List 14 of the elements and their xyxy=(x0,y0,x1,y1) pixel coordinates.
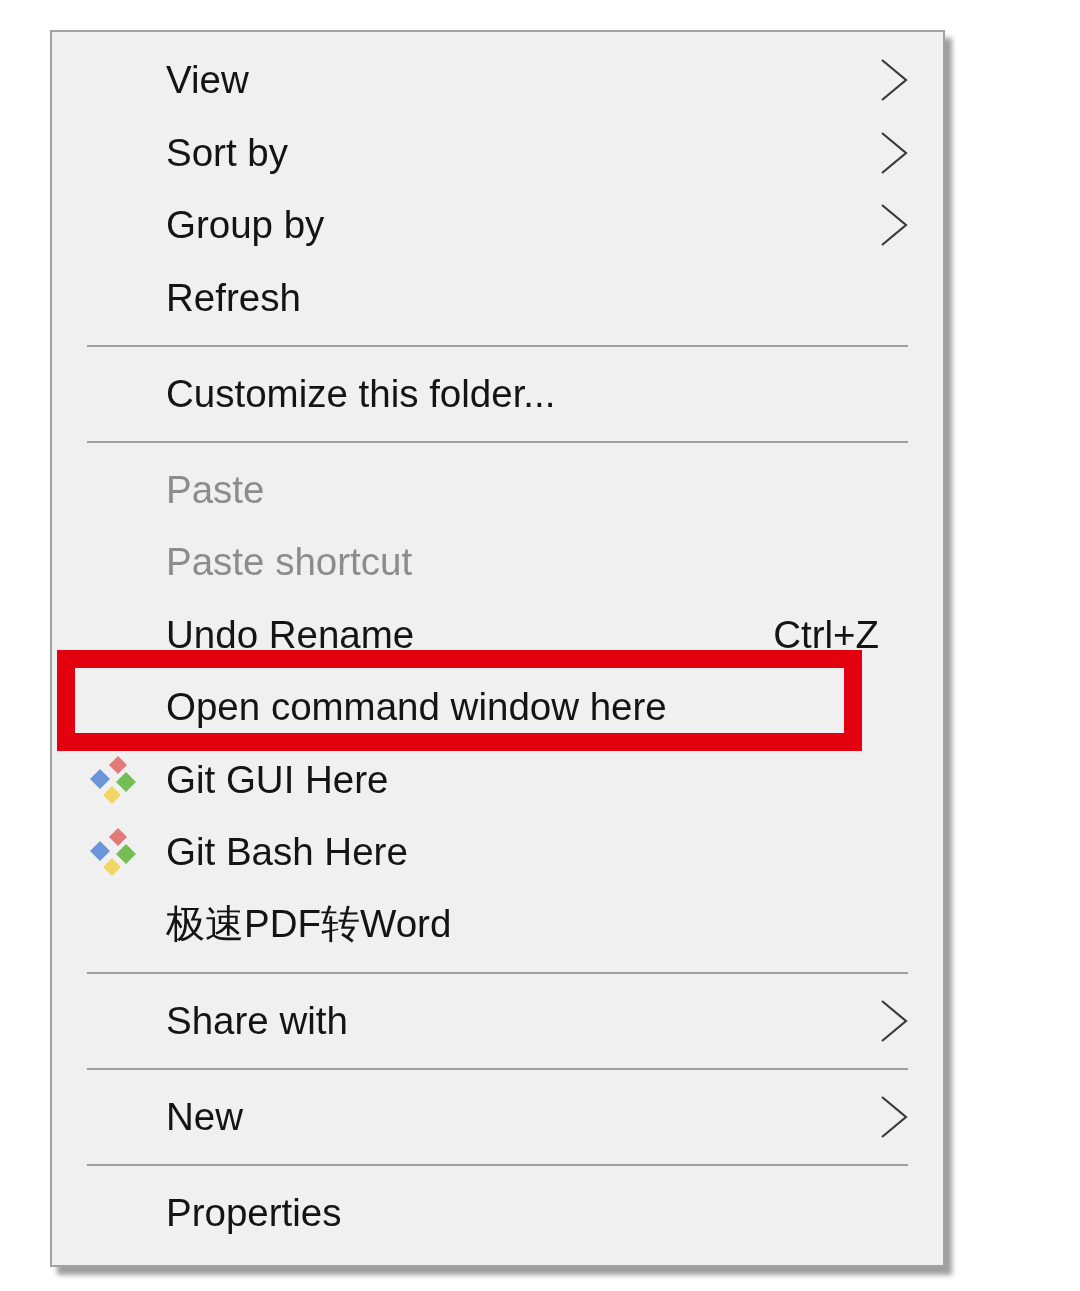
menu-item[interactable]: Customize this folder... xyxy=(52,357,943,430)
menu-item[interactable]: New xyxy=(52,1080,943,1153)
menu-item[interactable]: Refresh xyxy=(52,261,943,334)
menu-item[interactable]: 极速PDF转Word xyxy=(52,888,943,961)
menu-item[interactable]: Undo Rename Ctrl+Z xyxy=(52,598,943,671)
menu-item[interactable]: View xyxy=(52,44,943,117)
menu-item[interactable]: Share with xyxy=(52,984,943,1057)
menu-item[interactable]: Group by xyxy=(52,189,943,262)
menu-item[interactable]: Properties xyxy=(52,1176,943,1249)
menu-item[interactable]: Sort by xyxy=(52,116,943,189)
menu-item[interactable]: Git GUI Here xyxy=(52,743,943,816)
shortcut-label: Ctrl+Z xyxy=(773,612,879,657)
menu-item[interactable]: Open command window here xyxy=(52,671,943,744)
menu-item[interactable]: Git Bash Here xyxy=(52,816,943,889)
